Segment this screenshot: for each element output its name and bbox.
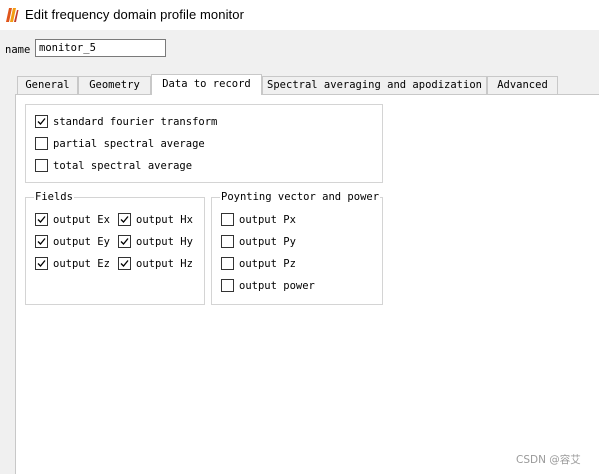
output-hz-checkbox[interactable]: [118, 257, 131, 270]
window-title: Edit frequency domain profile monitor: [25, 7, 245, 22]
check-icon: [120, 216, 129, 223]
tab-data-to-record[interactable]: Data to record: [151, 74, 262, 95]
fields-group-title: Fields: [34, 190, 74, 204]
check-icon: [37, 118, 46, 125]
check-icon: [37, 216, 46, 223]
output-hz-label: output Hz: [136, 258, 193, 270]
tab-advanced[interactable]: Advanced: [487, 76, 558, 94]
standard-fourier-transform-checkbox[interactable]: [35, 115, 48, 128]
app-logo-icon: [6, 8, 19, 22]
output-hy-label: output Hy: [136, 236, 193, 248]
output-pz-checkbox[interactable]: [221, 257, 234, 270]
output-ez-checkbox[interactable]: [35, 257, 48, 270]
output-hx-label: output Hx: [136, 214, 193, 226]
check-icon: [120, 260, 129, 267]
watermark: CSDN @容艾: [516, 454, 581, 466]
name-label: name: [5, 44, 31, 56]
output-ey-checkbox[interactable]: [35, 235, 48, 248]
output-ex-label: output Ex: [53, 214, 110, 226]
check-icon: [37, 238, 46, 245]
output-hx-checkbox[interactable]: [118, 213, 131, 226]
poynting-group-title: Poynting vector and power: [220, 190, 381, 204]
output-ex-checkbox[interactable]: [35, 213, 48, 226]
total-spectral-average-label: total spectral average: [53, 160, 193, 172]
standard-fourier-transform-label: standard fourier transform: [53, 116, 218, 128]
output-ey-label: output Ey: [53, 236, 110, 248]
output-ez-label: output Ez: [53, 258, 110, 270]
name-input[interactable]: monitor_5: [35, 39, 166, 57]
output-hy-checkbox[interactable]: [118, 235, 131, 248]
output-pz-label: output Pz: [239, 258, 296, 270]
output-power-label: output power: [239, 280, 315, 292]
title-bar: Edit frequency domain profile monitor: [0, 0, 599, 30]
tab-spectral-averaging[interactable]: Spectral averaging and apodization: [262, 76, 487, 94]
check-icon: [37, 260, 46, 267]
tab-geometry[interactable]: Geometry: [78, 76, 151, 94]
output-px-checkbox[interactable]: [221, 213, 234, 226]
tab-general[interactable]: General: [17, 76, 78, 94]
output-power-checkbox[interactable]: [221, 279, 234, 292]
output-py-label: output Py: [239, 236, 296, 248]
output-py-checkbox[interactable]: [221, 235, 234, 248]
total-spectral-average-checkbox[interactable]: [35, 159, 48, 172]
check-icon: [120, 238, 129, 245]
output-px-label: output Px: [239, 214, 296, 226]
partial-spectral-average-label: partial spectral average: [53, 138, 205, 150]
partial-spectral-average-checkbox[interactable]: [35, 137, 48, 150]
